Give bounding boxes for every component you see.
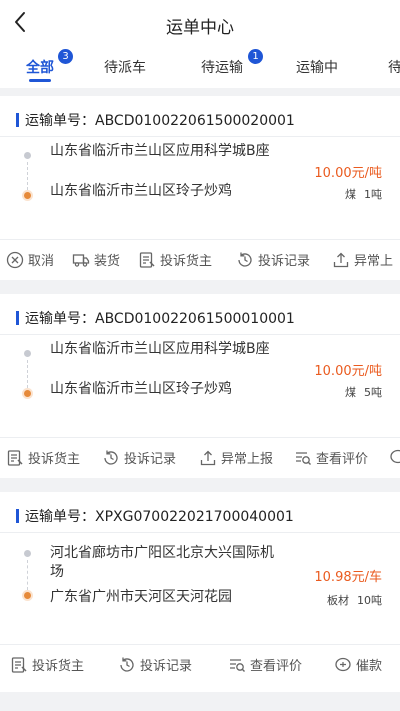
cargo-type: 煤: [345, 386, 356, 399]
order-card[interactable]: 运输单号：ABCD010022061500020001 山东省临沂市兰山区应用科…: [0, 96, 400, 280]
tab-in-transit[interactable]: 运输中: [296, 57, 338, 77]
order-actions: 投诉货主 投诉记录 查看评价 催款: [0, 645, 400, 685]
tab-more[interactable]: 待: [388, 57, 400, 77]
destination-address: 广东省广州市天河区天河花园: [50, 589, 232, 605]
order-number: 运输单号：ABCD010022061500020001: [16, 110, 295, 130]
order-number: 运输单号：XPXG070022021700040001: [16, 506, 294, 526]
destination-dot-icon: [24, 192, 31, 199]
urge-icon: [335, 657, 351, 671]
cargo-info: 煤 5吨: [337, 384, 382, 400]
view-review-button-label: 查看评价: [250, 659, 303, 674]
urge-icon: [390, 449, 400, 464]
order-actions: 取消 装货 投诉货主 投诉记录 异常上: [0, 240, 400, 280]
tab-pending-transport-badge: 1: [248, 49, 263, 64]
cancel-button-label: 取消: [28, 254, 55, 269]
route-line: [27, 560, 28, 590]
complaint-history-button[interactable]: 投诉记录: [118, 655, 192, 674]
origin-address: 山东省临沂市兰山区应用科学城B座: [50, 341, 270, 357]
history-icon: [104, 450, 118, 465]
freight-price: 10.00元/吨: [314, 166, 382, 181]
complaint-history-button-label: 投诉记录: [140, 659, 193, 674]
urge-payment-button[interactable]: 催款: [334, 655, 382, 674]
freight-price: 10.98元/车: [314, 570, 382, 585]
order-card[interactable]: 运输单号：ABCD010022061500010001 山东省临沂市兰山区应用科…: [0, 294, 400, 478]
complain-shipper-button[interactable]: 投诉货主: [138, 250, 212, 269]
tab-pending-transport-label: 待运输: [201, 60, 243, 76]
tab-pending-dispatch[interactable]: 待派车: [104, 57, 146, 77]
complaint-history-button[interactable]: 投诉记录: [236, 250, 310, 269]
report-exception-button-label: 异常上: [354, 254, 394, 269]
destination-dot-icon: [24, 390, 31, 397]
history-icon: [238, 252, 252, 267]
tab-all[interactable]: 全部 3: [26, 49, 73, 77]
page-title: 运单中心: [166, 18, 234, 38]
origin-dot-icon: [24, 550, 31, 557]
destination-address: 山东省临沂市兰山区玲子炒鸡: [50, 183, 232, 199]
cancel-icon: [6, 251, 24, 268]
more-action-button[interactable]: [389, 448, 400, 466]
complaint-history-button[interactable]: 投诉记录: [102, 448, 176, 467]
order-number-text: 运输单号：ABCD010022061500020001: [25, 113, 295, 129]
load-goods-button[interactable]: 装货: [72, 250, 120, 269]
cargo-type: 煤: [345, 188, 356, 201]
order-number: 运输单号：ABCD010022061500010001: [16, 308, 295, 328]
complain-shipper-button-label: 投诉货主: [28, 452, 81, 467]
cargo-weight: 10吨: [357, 594, 382, 607]
route-line: [27, 360, 28, 388]
complain-shipper-button[interactable]: 投诉货主: [10, 655, 84, 674]
destination-dot-icon: [24, 592, 31, 599]
cargo-weight: 5吨: [364, 386, 382, 399]
origin-address: 河北省廊坊市广阳区北京大兴国际机场: [50, 545, 274, 580]
order-card[interactable]: 运输单号：XPXG070022021700040001 河北省廊坊市广阳区北京大…: [0, 492, 400, 692]
cargo-type: 板材: [327, 594, 349, 607]
complain-shipper-button[interactable]: 投诉货主: [6, 448, 80, 467]
order-number-text: 运输单号：ABCD010022061500010001: [25, 311, 295, 327]
report-exception-button[interactable]: 异常上: [332, 250, 393, 269]
cargo-info: 煤 1吨: [337, 186, 382, 202]
tab-more-label: 待: [388, 60, 400, 76]
cancel-button[interactable]: 取消: [6, 250, 54, 269]
view-review-button-label: 查看评价: [316, 452, 369, 467]
complaint-icon: [11, 656, 27, 673]
urge-payment-button-label: 催款: [356, 659, 383, 674]
route-line: [27, 162, 28, 190]
view-review-button[interactable]: 查看评价: [228, 655, 302, 674]
complain-shipper-button-label: 投诉货主: [160, 254, 213, 269]
order-actions: 投诉货主 投诉记录 异常上报 查看评价: [0, 438, 400, 478]
complaint-history-button-label: 投诉记录: [124, 452, 177, 467]
origin-dot-icon: [24, 152, 31, 159]
tab-in-transit-label: 运输中: [296, 60, 338, 76]
freight-price: 10.00元/吨: [314, 364, 382, 379]
complaint-icon: [7, 449, 23, 466]
status-tab-bar: 全部 3 待派车 待运输 1 运输中 待: [0, 46, 400, 88]
tab-pending-transport[interactable]: 待运输 1: [201, 49, 263, 77]
origin-dot-icon: [24, 350, 31, 357]
report-exception-button[interactable]: 异常上报: [199, 448, 273, 467]
tab-all-badge: 3: [58, 49, 73, 64]
upload-icon: [200, 450, 216, 465]
origin-address: 山东省临沂市兰山区应用科学城B座: [50, 143, 270, 159]
active-tab-indicator: [29, 79, 51, 82]
destination-address: 山东省临沂市兰山区玲子炒鸡: [50, 381, 232, 397]
load-goods-button-label: 装货: [94, 254, 121, 269]
complaint-icon: [139, 251, 155, 268]
cargo-info: 板材 10吨: [319, 592, 382, 608]
tab-all-label: 全部: [26, 60, 54, 76]
cargo-weight: 1吨: [364, 188, 382, 201]
order-number-text: 运输单号：XPXG070022021700040001: [25, 509, 294, 525]
review-icon: [296, 451, 311, 465]
report-exception-button-label: 异常上报: [221, 452, 274, 467]
truck-icon: [72, 253, 90, 267]
history-icon: [120, 657, 134, 672]
complain-shipper-button-label: 投诉货主: [32, 659, 85, 674]
tab-pending-dispatch-label: 待派车: [104, 60, 146, 76]
view-review-button[interactable]: 查看评价: [294, 448, 368, 467]
review-icon: [230, 658, 245, 672]
top-navigation-bar: 运单中心: [0, 0, 400, 46]
upload-icon: [333, 252, 349, 267]
complaint-history-button-label: 投诉记录: [258, 254, 311, 269]
